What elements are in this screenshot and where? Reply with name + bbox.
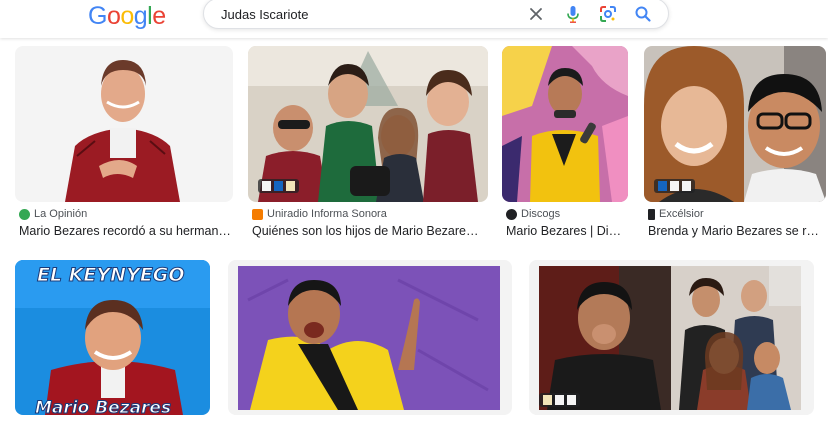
favicon-icon [648,208,655,220]
source-name: La Opinión [34,208,88,220]
logo-letter: o [120,2,134,30]
search-input[interactable]: Judas Iscariote [221,7,308,22]
image-result[interactable] [529,260,814,418]
result-thumbnail[interactable] [248,46,488,202]
search-box[interactable]: Judas Iscariote [203,0,669,29]
search-header: Google Judas Iscariote [0,0,828,38]
image-result[interactable]: EL KEYNYEGO Mario Bezares [15,260,210,418]
favicon-icon [506,208,517,220]
result-source[interactable]: Discogs [506,208,560,220]
google-lens-icon[interactable] [597,3,619,25]
media-badge [539,393,580,407]
result-source[interactable]: Uniradio Informa Sonora [252,208,387,220]
source-name: Excélsior [659,208,704,220]
logo-letter: o [106,2,121,30]
image-overlay-title: EL KEYNYEGO [37,264,186,287]
result-thumbnail[interactable] [644,46,826,202]
result-title[interactable]: Quiénes son los hijos de Mario Bezare… [252,224,488,238]
close-icon[interactable] [526,4,546,24]
search-icon[interactable] [632,3,654,25]
result-source[interactable]: La Opinión [19,208,87,220]
result-thumbnail[interactable] [15,46,233,202]
result-thumbnail[interactable] [502,46,628,202]
media-badge [654,179,695,193]
result-title[interactable]: Mario Bezares recordó a su herman… [19,224,233,238]
microphone-icon[interactable] [562,3,584,25]
logo-letter: e [152,2,166,30]
result-thumbnail[interactable] [228,260,512,415]
google-logo[interactable]: Google [88,2,166,31]
image-result[interactable]: Uniradio Informa Sonora Quiénes son los … [248,46,488,241]
logo-letter: g [133,2,148,30]
result-source[interactable]: Excélsior [648,208,704,220]
result-title[interactable]: Brenda y Mario Bezares se r… [648,224,826,238]
image-overlay-name: Mario Bezares [34,398,172,416]
media-badge [258,179,299,193]
result-title[interactable]: Mario Bezares | Di… [506,224,628,238]
source-name: Uniradio Informa Sonora [267,208,387,220]
favicon-icon [19,208,30,220]
image-result[interactable]: Discogs Mario Bezares | Di… [502,46,628,241]
result-thumbnail[interactable]: EL KEYNYEGO Mario Bezares [15,260,210,415]
image-result[interactable]: La Opinión Mario Bezares recordó a su he… [15,46,233,241]
favicon-icon [252,208,263,220]
logo-letter: G [88,2,107,30]
image-result[interactable] [228,260,512,418]
result-thumbnail[interactable] [529,260,814,415]
image-result[interactable]: Excélsior Brenda y Mario Bezares se r… [644,46,826,241]
source-name: Discogs [521,208,561,220]
